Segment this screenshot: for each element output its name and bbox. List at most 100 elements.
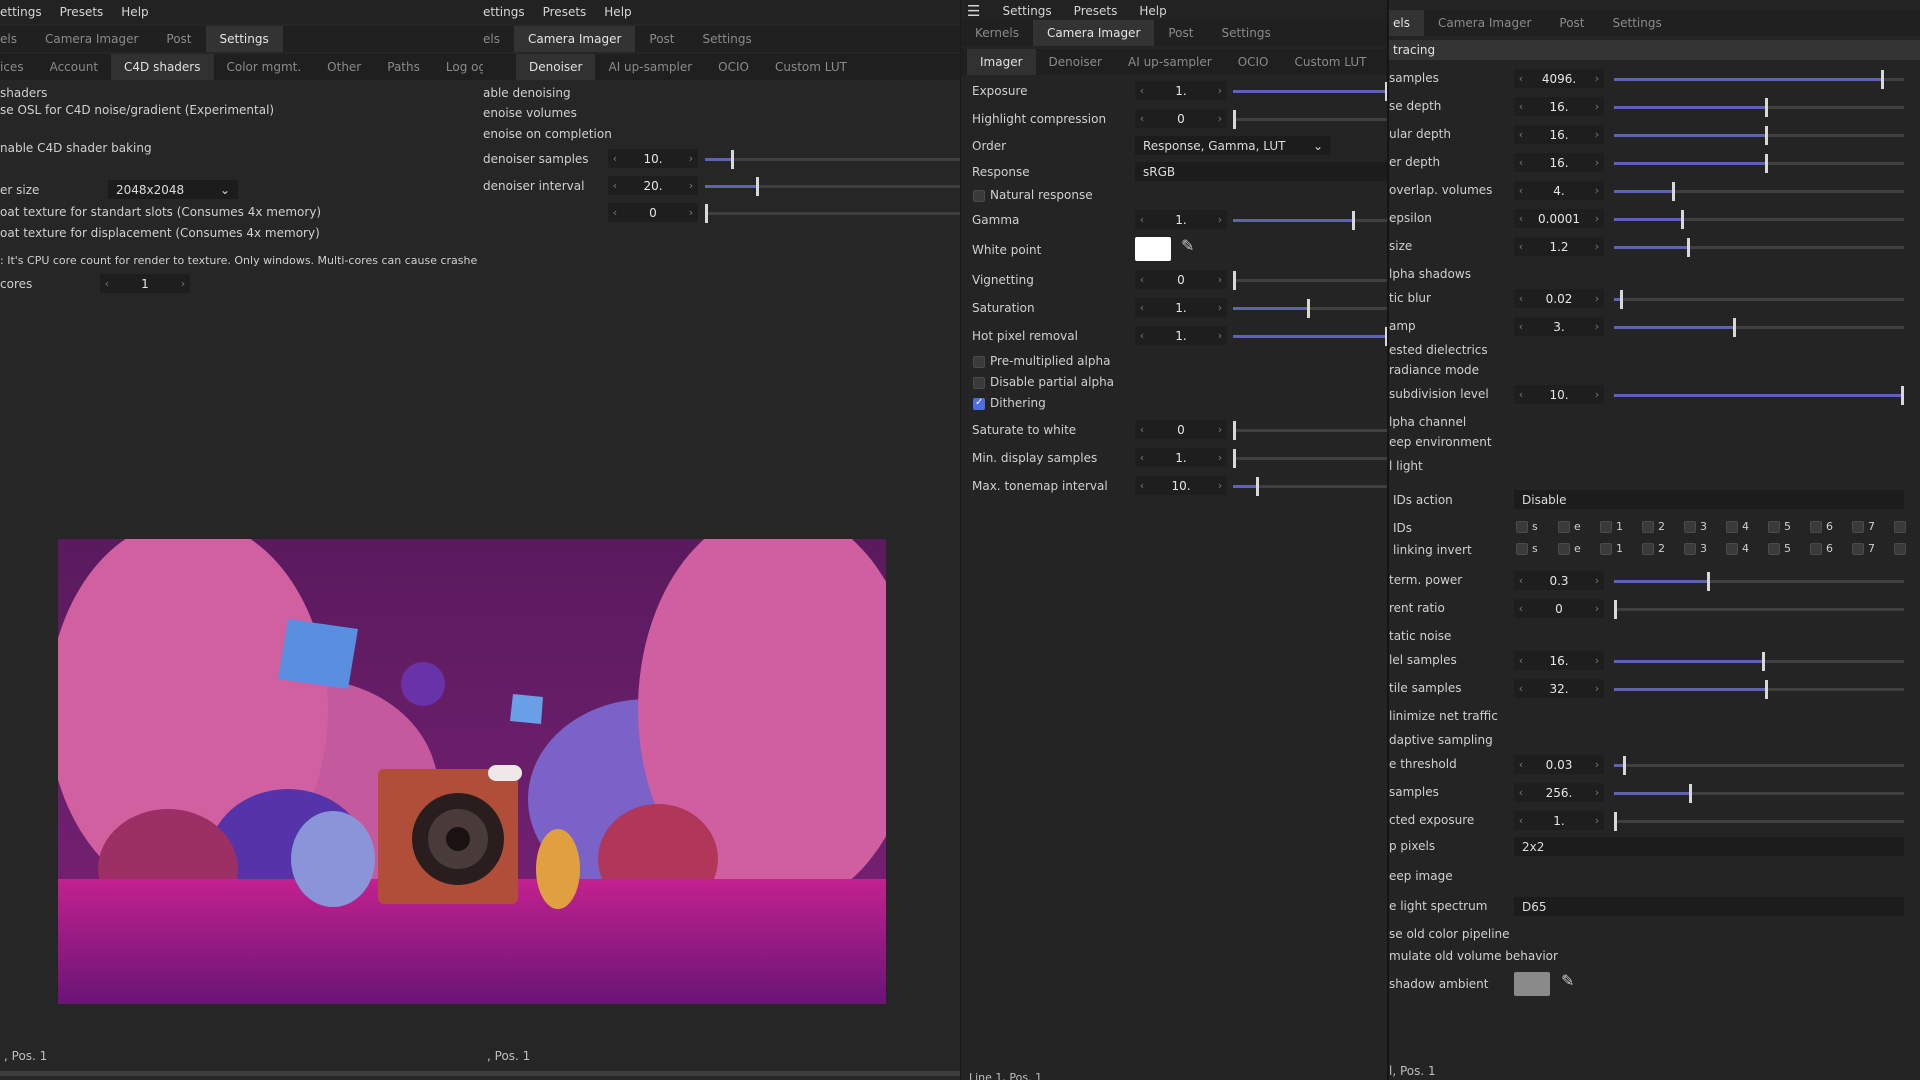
subtab-imager[interactable]: Imager <box>967 49 1036 75</box>
decrement-icon[interactable]: ‹ <box>1135 329 1149 342</box>
increment-icon[interactable]: › <box>1590 72 1604 85</box>
id-checkbox[interactable] <box>1684 520 1696 533</box>
shader-baking-option[interactable]: nable C4D shader baking <box>0 141 152 155</box>
min-display-samples-slider[interactable] <box>1233 449 1387 468</box>
decrement-icon[interactable]: ‹ <box>1135 423 1149 436</box>
tab-post[interactable]: Post <box>1545 10 1598 36</box>
slider-handle[interactable] <box>1622 756 1626 775</box>
increment-icon[interactable]: › <box>1590 682 1604 695</box>
rent-ratio-spinner[interactable]: ‹ 0 › <box>1514 599 1604 618</box>
slider-handle[interactable] <box>1233 110 1236 129</box>
increment-icon[interactable]: › <box>684 206 698 219</box>
max-tonemap-interval-slider[interactable] <box>1233 477 1387 496</box>
lel-samples-slider[interactable] <box>1614 652 1904 671</box>
decrement-icon[interactable]: ‹ <box>1514 240 1528 253</box>
hamburger-icon[interactable]: ☰ <box>967 2 980 20</box>
tab-kernels[interactable]: Kernels <box>961 20 1033 46</box>
subtab-custom-lut[interactable]: Custom LUT <box>762 54 860 80</box>
decrement-icon[interactable]: ‹ <box>1135 273 1149 286</box>
samples-slider[interactable] <box>1614 70 1904 89</box>
denoiser-samples-slider[interactable] <box>705 150 960 169</box>
natural-response-checkbox[interactable] <box>973 190 985 202</box>
se-depth-spinner[interactable]: ‹ 16. › <box>1514 97 1604 116</box>
menu-presets[interactable]: Presets <box>543 5 587 19</box>
er-depth-slider[interactable] <box>1614 154 1904 173</box>
cted-exposure-spinner[interactable]: ‹ 1. › <box>1514 811 1604 830</box>
decrement-icon[interactable]: ‹ <box>100 277 114 290</box>
rent-ratio-slider[interactable] <box>1614 600 1904 619</box>
id-checkbox[interactable] <box>1894 542 1906 555</box>
tab-post[interactable]: Post <box>1154 20 1207 46</box>
slider-handle[interactable] <box>1686 238 1690 257</box>
decrement-icon[interactable]: ‹ <box>1514 184 1528 197</box>
decrement-icon[interactable]: ‹ <box>1514 814 1528 827</box>
saturation-slider[interactable] <box>1233 299 1387 318</box>
epsilon-slider[interactable] <box>1614 210 1904 229</box>
tab-kernels[interactable]: els <box>483 26 514 52</box>
decrement-icon[interactable]: ‹ <box>1514 100 1528 113</box>
denoiser-interval-spinner[interactable]: ‹ 20. › <box>608 176 698 195</box>
samples-spinner[interactable]: ‹ 256. › <box>1514 783 1604 802</box>
decrement-icon[interactable]: ‹ <box>1514 758 1528 771</box>
menu-help[interactable]: Help <box>604 5 631 19</box>
slider-handle[interactable] <box>1672 182 1675 201</box>
decrement-icon[interactable]: ‹ <box>1514 388 1528 401</box>
amp-slider[interactable] <box>1614 318 1904 337</box>
denoiser-interval-slider[interactable] <box>705 177 960 196</box>
id-checkbox[interactable] <box>1642 520 1654 533</box>
subtab-account[interactable]: Account <box>37 54 111 80</box>
tic-blur-spinner[interactable]: ‹ 0.02 › <box>1514 289 1604 308</box>
slider-handle[interactable] <box>1880 70 1884 89</box>
tab-settings[interactable]: Settings <box>205 26 283 52</box>
id-checkbox[interactable] <box>1768 520 1780 533</box>
tab-settings[interactable]: Settings <box>1599 10 1676 36</box>
increment-icon[interactable]: › <box>176 277 190 290</box>
denoise-volumes-option[interactable]: enoise volumes <box>483 106 577 120</box>
increment-icon[interactable]: › <box>1213 301 1227 314</box>
slider-handle[interactable] <box>1233 421 1236 440</box>
size-slider[interactable] <box>1614 238 1904 257</box>
highlight-compression-spinner[interactable]: ‹ 0 › <box>1135 109 1227 128</box>
increment-icon[interactable]: › <box>1213 329 1227 342</box>
slider-handle[interactable] <box>1764 98 1768 117</box>
ular-depth-slider[interactable] <box>1614 126 1904 145</box>
id-checkbox[interactable] <box>1600 542 1612 555</box>
id-checkbox[interactable] <box>1684 542 1696 555</box>
increment-icon[interactable]: › <box>1213 451 1227 464</box>
increment-icon[interactable]: › <box>1590 602 1604 615</box>
cores-spinner[interactable]: ‹ 1 › <box>100 274 190 293</box>
menu-settings[interactable]: ettings <box>0 5 42 19</box>
float-texture-displacement-option[interactable]: oat texture for displacement (Consumes 4… <box>0 226 320 240</box>
increment-icon[interactable]: › <box>684 179 698 192</box>
decrement-icon[interactable]: ‹ <box>608 206 622 219</box>
increment-icon[interactable]: › <box>1590 184 1604 197</box>
id-checkbox[interactable] <box>1810 542 1822 555</box>
decrement-icon[interactable]: ‹ <box>1514 682 1528 695</box>
id-checkbox[interactable] <box>1726 542 1738 555</box>
id-checkbox[interactable] <box>1894 520 1906 533</box>
increment-icon[interactable]: › <box>1590 100 1604 113</box>
subtab-other[interactable]: Other <box>314 54 374 80</box>
epsilon-spinner[interactable]: ‹ 0.0001 › <box>1514 209 1604 228</box>
menu-help[interactable]: Help <box>1139 4 1166 18</box>
increment-icon[interactable]: › <box>1590 786 1604 799</box>
tab-camera-imager[interactable]: Camera Imager <box>1424 10 1545 36</box>
increment-icon[interactable]: › <box>1590 574 1604 587</box>
subtab-ocio[interactable]: OCIO <box>705 54 762 80</box>
menu-presets[interactable]: Presets <box>1074 4 1118 18</box>
subtab-ai-up-sampler[interactable]: AI up-sampler <box>595 54 705 80</box>
subtab-ocio[interactable]: OCIO <box>1225 49 1282 75</box>
subtab-devices[interactable]: ices <box>0 54 37 80</box>
term-power-slider[interactable] <box>1614 572 1904 591</box>
decrement-icon[interactable]: ‹ <box>608 179 622 192</box>
p-pixels-dropdown[interactable]: 2x2 <box>1514 837 1904 856</box>
slider-handle[interactable] <box>1619 290 1623 309</box>
denoiser-blend-spinner[interactable]: ‹ 0 › <box>608 203 698 222</box>
increment-icon[interactable]: › <box>1590 212 1604 225</box>
amp-spinner[interactable]: ‹ 3. › <box>1514 317 1604 336</box>
id-checkbox[interactable] <box>1558 542 1570 555</box>
decrement-icon[interactable]: ‹ <box>1135 112 1149 125</box>
increment-icon[interactable]: › <box>1590 654 1604 667</box>
e-threshold-spinner[interactable]: ‹ 0.03 › <box>1514 755 1604 774</box>
id-checkbox[interactable] <box>1600 520 1612 533</box>
